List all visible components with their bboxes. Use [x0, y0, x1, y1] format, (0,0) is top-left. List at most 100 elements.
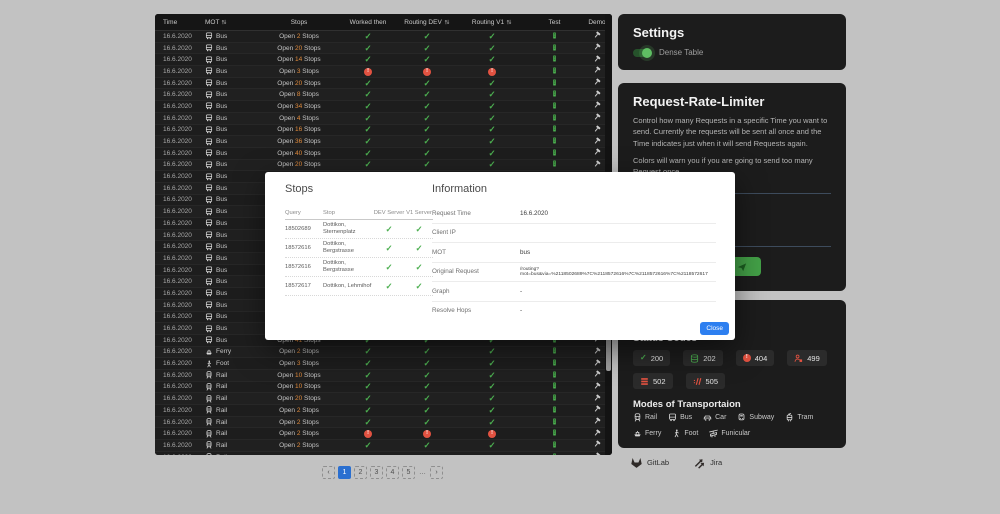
cell-test[interactable]: [527, 359, 582, 368]
table-row[interactable]: 16.6.2020BusOpen 34 Stops✓✓✓: [155, 101, 612, 113]
table-row[interactable]: 16.6.2020RailOpen 2 Stops!!!: [155, 428, 612, 440]
cell-stops[interactable]: Open 3 Stops: [259, 360, 339, 367]
cell-stops[interactable]: Open 20 Stops: [259, 161, 339, 168]
table-row[interactable]: 16.6.2020RailOpen 20 Stops✓✓✓: [155, 393, 612, 405]
cell-stops[interactable]: Open 2 Stops: [259, 442, 339, 449]
cell-stops[interactable]: Open 20 Stops: [259, 45, 339, 52]
prev-button[interactable]: ‹: [322, 466, 335, 479]
cell-test[interactable]: [527, 137, 582, 146]
page-button-1[interactable]: 1: [338, 466, 351, 479]
cell-stops[interactable]: Open 2 Stops: [259, 407, 339, 414]
cell-test[interactable]: [527, 382, 582, 391]
mode-item-car[interactable]: Car: [703, 413, 726, 422]
cell-test[interactable]: [527, 32, 582, 41]
mode-item-ferry[interactable]: Ferry: [633, 429, 661, 438]
column-header-mot[interactable]: MOT: [205, 19, 259, 26]
cell-test[interactable]: [527, 441, 582, 450]
page-button-2[interactable]: 2: [354, 466, 367, 479]
cell-test[interactable]: [527, 102, 582, 111]
column-header-routing-v1[interactable]: Routing V1: [457, 19, 527, 26]
cell-stops[interactable]: Open 2 Stops: [259, 33, 339, 40]
cell-test[interactable]: [527, 406, 582, 415]
status-chip-200[interactable]: ✓200: [633, 350, 670, 366]
cell-test[interactable]: [527, 429, 582, 438]
cell-stops[interactable]: Open 36 Stops: [259, 138, 339, 145]
cell-mot: Bus: [205, 102, 259, 110]
table-row[interactable]: 16.6.2020BusOpen 4 Stops✓✓✓: [155, 113, 612, 125]
cell-test[interactable]: [527, 347, 582, 356]
cell-stops[interactable]: Open 16 Stops: [259, 126, 339, 133]
status-chip-404[interactable]: !404: [736, 350, 775, 366]
cell-test[interactable]: [527, 160, 582, 169]
cell-test[interactable]: [527, 114, 582, 123]
table-row[interactable]: 16.6.2020BusOpen 16 Stops✓✓✓: [155, 125, 612, 137]
cell-test[interactable]: [527, 149, 582, 158]
table-row[interactable]: 16.6.2020RailOpen 2 Stops✓✓✓: [155, 440, 612, 452]
cell-stops[interactable]: Open 4 Stops: [259, 115, 339, 122]
cell-stops[interactable]: Open 2 Stops: [259, 419, 339, 426]
cell-stops[interactable]: Open 20 Stops: [259, 395, 339, 402]
cell-stops[interactable]: Open 2 Stops: [259, 430, 339, 437]
cell-stops[interactable]: Open 2 Stops: [259, 348, 339, 355]
cell-stops[interactable]: Open 40 Stops: [259, 150, 339, 157]
column-header-stops[interactable]: Stops: [259, 19, 339, 26]
status-chip-499[interactable]: 499: [787, 350, 827, 366]
cell-test[interactable]: [527, 394, 582, 403]
mode-item-tram[interactable]: Tram: [785, 413, 813, 422]
table-row[interactable]: 16.6.2020FootOpen 3 Stops✓✓✓: [155, 358, 612, 370]
table-row[interactable]: 16.6.2020BusOpen 20 Stops✓✓✓: [155, 160, 612, 172]
table-row[interactable]: 16.6.2020RailOpen 10 Stops✓✓✓: [155, 382, 612, 394]
check-icon: ✓: [423, 159, 430, 169]
cell-stops[interactable]: Open 10 Stops: [259, 383, 339, 390]
dense-table-toggle[interactable]: [633, 49, 651, 57]
page-button-5[interactable]: 5: [402, 466, 415, 479]
status-chip-505[interactable]: 505: [686, 373, 726, 389]
cell-stops[interactable]: Open 14 Stops: [259, 56, 339, 63]
cell-test[interactable]: [527, 67, 582, 76]
column-header-test[interactable]: Test: [527, 19, 582, 26]
cell-test[interactable]: [527, 55, 582, 64]
mode-item-foot[interactable]: Foot: [672, 429, 698, 438]
table-row[interactable]: 16.6.2020BusOpen 36 Stops✓✓✓: [155, 136, 612, 148]
column-header-worked-then[interactable]: Worked then: [339, 19, 397, 26]
mode-item-bus[interactable]: Bus: [668, 413, 692, 422]
table-row[interactable]: 16.6.2020RailOpen 2 Stops✓✓✓: [155, 405, 612, 417]
status-chip-202[interactable]: 202: [683, 350, 723, 366]
footer-link-jira[interactable]: Jira: [693, 456, 722, 469]
table-row[interactable]: 16.6.2020BusOpen 2 Stops✓✓✓: [155, 31, 612, 43]
table-row[interactable]: 16.6.2020RailOpen 2 Stops✓✓✓: [155, 417, 612, 429]
page-button-3[interactable]: 3: [370, 466, 383, 479]
mode-item-rail[interactable]: Rail: [633, 413, 657, 422]
mode-item-subway[interactable]: Subway: [737, 413, 774, 422]
table-row[interactable]: 16.6.2020BusOpen 20 Stops✓✓✓: [155, 78, 612, 90]
status-chip-502[interactable]: 502: [633, 373, 673, 389]
table-row[interactable]: 16.6.2020BusOpen 8 Stops✓✓✓: [155, 89, 612, 101]
column-header-routing-dev[interactable]: Routing DEV: [397, 19, 457, 26]
table-row[interactable]: 16.6.2020BusOpen 40 Stops✓✓✓: [155, 148, 612, 160]
table-row[interactable]: 16.6.2020BusOpen 14 Stops✓✓✓: [155, 54, 612, 66]
cell-stops[interactable]: Open 10 Stops: [259, 372, 339, 379]
cell-test[interactable]: [527, 371, 582, 380]
table-row[interactable]: 16.6.2020BusOpen 20 Stops✓✓✓: [155, 43, 612, 55]
cell-stops[interactable]: Open 34 Stops: [259, 103, 339, 110]
next-button[interactable]: ›: [430, 466, 443, 479]
page-button-4[interactable]: 4: [386, 466, 399, 479]
table-row[interactable]: 16.6.2020FerryOpen 2 Stops✓✓✓: [155, 347, 612, 359]
close-button[interactable]: Close: [700, 322, 729, 335]
cell-stops[interactable]: Open 8 Stops: [259, 91, 339, 98]
cell-test[interactable]: [527, 125, 582, 134]
cell-test[interactable]: [527, 453, 582, 455]
table-row[interactable]: 16.6.2020RailOpen 10 Stops✓✓✓: [155, 370, 612, 382]
footer-link-gitlab[interactable]: GitLab: [630, 456, 669, 469]
cell-test[interactable]: [527, 90, 582, 99]
table-row[interactable]: 16.6.2020BusOpen 3 Stops!!!: [155, 66, 612, 78]
cell-test[interactable]: [527, 44, 582, 53]
cell-stops[interactable]: Open 20 Stops: [259, 80, 339, 87]
cell-test[interactable]: [527, 79, 582, 88]
check-icon: ✓: [364, 148, 371, 158]
mode-item-funicular[interactable]: Funicular: [709, 429, 750, 438]
cell-stops[interactable]: Open 3 Stops: [259, 68, 339, 75]
table-row[interactable]: 16.6.2020Rail: [155, 452, 612, 455]
cell-test[interactable]: [527, 418, 582, 427]
column-header-time[interactable]: Time: [155, 19, 205, 26]
